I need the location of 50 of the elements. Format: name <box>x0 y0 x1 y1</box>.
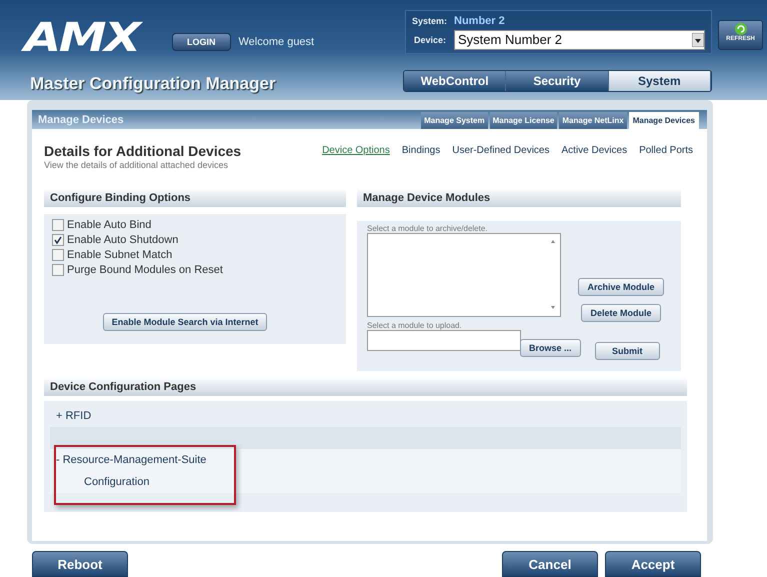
accept-button[interactable]: Accept <box>605 551 701 577</box>
device-dropdown[interactable]: System Number 2 <box>454 30 705 50</box>
module-list[interactable] <box>367 233 561 317</box>
archive-button[interactable]: Archive Module <box>578 278 664 296</box>
field-label: Select a module to upload. <box>367 321 463 330</box>
checkbox-label: Enable Subnet Match <box>67 248 172 260</box>
browse-button[interactable]: Browse ... <box>520 339 581 357</box>
checkbox-label: Enable Auto Bind <box>67 218 152 230</box>
checkbox-label: Purge Bound Modules on Reset <box>67 264 223 276</box>
section-header: Configure Binding Options <box>44 189 346 207</box>
page-subheading: View the details of additional attached devices <box>44 160 229 170</box>
field-label: Device: <box>412 34 447 44</box>
field-label: System: <box>412 16 448 26</box>
nav-tab[interactable]: WebControl <box>404 71 506 91</box>
checkbox[interactable] <box>52 264 64 276</box>
nav-link[interactable]: Device Options <box>322 145 390 156</box>
nav-link[interactable]: Bindings <box>402 145 440 156</box>
page-tab[interactable]: Manage System <box>421 112 488 129</box>
nav-link[interactable]: Polled Ports <box>639 145 693 156</box>
dropdown-arrow-icon[interactable] <box>692 32 704 46</box>
nav-tab[interactable]: Security <box>506 71 609 91</box>
submit-button[interactable]: Submit <box>595 342 660 360</box>
checkbox-label: Enable Auto Shutdown <box>67 234 178 246</box>
welcome-text: Welcome guest <box>238 36 316 48</box>
page-heading: Details for Additional Devices <box>44 143 242 159</box>
cancel-button[interactable]: Cancel <box>502 551 598 577</box>
nav-link[interactable]: User-Defined Devices <box>452 145 550 156</box>
nav-tab[interactable]: System <box>608 71 711 91</box>
checkbox[interactable] <box>52 218 64 230</box>
app-title: Master Configuration Manager <box>30 74 277 94</box>
delete-button[interactable]: Delete Module <box>581 304 660 322</box>
reboot-button[interactable]: Reboot <box>32 551 128 577</box>
page-tab[interactable]: Manage License <box>490 112 558 129</box>
checkbox[interactable] <box>52 234 64 246</box>
refresh-icon <box>734 22 748 36</box>
tree-item[interactable]: Configuration <box>50 471 681 493</box>
section-header: Manage Device Modules <box>357 189 681 207</box>
field-label: Select a module to archive/delete. <box>367 224 489 233</box>
page-tab[interactable]: Manage NetLinx <box>559 112 627 129</box>
page-tab[interactable]: Manage Devices <box>628 112 699 129</box>
tree-item[interactable]: + RFID <box>50 405 681 427</box>
section-header: Device Configuration Pages <box>44 378 687 396</box>
panel-title: Manage Devices <box>38 114 125 126</box>
system-name: Number 2 <box>454 14 506 26</box>
file-field[interactable] <box>367 330 521 351</box>
checkbox[interactable] <box>52 248 64 260</box>
search-button[interactable]: Enable Module Search via Internet <box>102 313 268 331</box>
nav-link[interactable]: Active Devices <box>562 145 628 156</box>
tree-item[interactable]: - Resource-Management-Suite <box>50 449 681 471</box>
login-button[interactable]: LOGIN <box>172 33 230 51</box>
